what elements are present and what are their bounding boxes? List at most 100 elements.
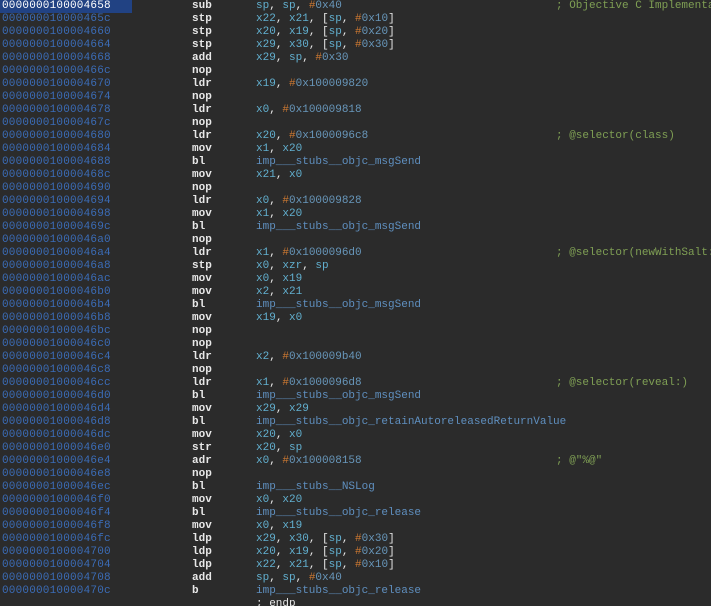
asm-row[interactable]: 00000001000046d4movx29, x29 [0,403,711,416]
asm-row[interactable]: 0000000100004708addsp, sp, #0x40 [0,572,711,585]
asm-row[interactable]: 000000010000469cblimp___stubs__objc_msgS… [0,221,711,234]
mnemonic: add [132,572,256,585]
address: 00000001000046b4 [0,299,132,312]
operands: x0, #0x100009828 [256,195,556,208]
mnemonic: sub [132,0,256,13]
asm-row[interactable]: 00000001000046b4blimp___stubs__objc_msgS… [0,299,711,312]
address: 000000010000467c [0,117,132,130]
address: 0000000100004660 [0,26,132,39]
operands: sp, sp, #0x40 [256,572,556,585]
asm-row[interactable]: 0000000100004690nop [0,182,711,195]
mnemonic: bl [132,390,256,403]
operands [256,182,556,195]
mnemonic: mov [132,208,256,221]
operands: x21, x0 [256,169,556,182]
operands: x0, #0x100008158 [256,455,556,468]
address: 0000000100004688 [0,156,132,169]
operands: x22, x21, [sp, #0x10] [256,559,556,572]
address: 00000001000046f0 [0,494,132,507]
address: 00000001000046f8 [0,520,132,533]
asm-row[interactable]: 00000001000046c4ldrx2, #0x100009b40 [0,351,711,364]
asm-row[interactable]: 0000000100004668addx29, sp, #0x30 [0,52,711,65]
asm-row[interactable]: 0000000100004664stpx29, x30, [sp, #0x30] [0,39,711,52]
operands: x22, x21, [sp, #0x10] [256,13,556,26]
mnemonic: ldr [132,104,256,117]
address: 00000001000046bc [0,325,132,338]
address: 00000001000046fc [0,533,132,546]
asm-row[interactable]: 000000010000466cnop [0,65,711,78]
operands: imp___stubs__objc_msgSend [256,156,556,169]
asm-row[interactable]: ; endp [0,598,711,606]
address: 0000000100004708 [0,572,132,585]
address: 00000001000046ac [0,273,132,286]
address: 0000000100004668 [0,52,132,65]
asm-row[interactable]: 00000001000046d0blimp___stubs__objc_msgS… [0,390,711,403]
asm-row[interactable]: 00000001000046acmovx0, x19 [0,273,711,286]
address: 00000001000046b8 [0,312,132,325]
asm-row[interactable]: 000000010000468cmovx21, x0 [0,169,711,182]
mnemonic: bl [132,507,256,520]
mnemonic: mov [132,143,256,156]
asm-row[interactable]: 0000000100004674nop [0,91,711,104]
address: 0000000100004704 [0,559,132,572]
asm-row[interactable]: 00000001000046bcnop [0,325,711,338]
asm-row[interactable]: 00000001000046ecblimp___stubs__NSLog [0,481,711,494]
operands: imp___stubs__objc_retainAutoreleasedRetu… [256,416,556,429]
asm-row[interactable]: 00000001000046c0nop [0,338,711,351]
asm-row[interactable]: 00000001000046ccldrx1, #0x1000096d8; @se… [0,377,711,390]
asm-row[interactable]: 000000010000465cstpx22, x21, [sp, #0x10] [0,13,711,26]
mnemonic: ldr [132,247,256,260]
mnemonic: ldp [132,546,256,559]
asm-row[interactable]: 00000001000046e0strx20, sp [0,442,711,455]
asm-row[interactable]: 0000000100004694ldrx0, #0x100009828 [0,195,711,208]
operands: imp___stubs__objc_msgSend [256,390,556,403]
mnemonic: mov [132,520,256,533]
asm-row[interactable]: 00000001000046a8stpx0, xzr, sp [0,260,711,273]
asm-row[interactable]: 00000001000046f4blimp___stubs__objc_rele… [0,507,711,520]
comment: ; @selector(newWithSalt:) [556,247,711,260]
asm-row[interactable]: 00000001000046a4ldrx1, #0x1000096d0; @se… [0,247,711,260]
asm-row[interactable]: 00000001000046dcmovx20, x0 [0,429,711,442]
operands: x19, #0x100009820 [256,78,556,91]
asm-row[interactable]: 000000010000470cbimp___stubs__objc_relea… [0,585,711,598]
comment: ; @selector(class) [556,130,675,143]
asm-row[interactable]: 00000001000046b0movx2, x21 [0,286,711,299]
address: 0000000100004678 [0,104,132,117]
operands [256,468,556,481]
address: 00000001000046d0 [0,390,132,403]
asm-row[interactable]: 000000010000467cnop [0,117,711,130]
operands: x1, #0x1000096d0 [256,247,556,260]
asm-row[interactable]: 00000001000046f8movx0, x19 [0,520,711,533]
asm-row[interactable]: 0000000100004684movx1, x20 [0,143,711,156]
asm-row[interactable]: 0000000100004700ldpx20, x19, [sp, #0x20] [0,546,711,559]
mnemonic: stp [132,13,256,26]
asm-row[interactable]: 0000000100004680ldrx20, #0x1000096c8; @s… [0,130,711,143]
asm-row[interactable]: 00000001000046c8nop [0,364,711,377]
operands [256,65,556,78]
address: 0000000100004690 [0,182,132,195]
asm-row[interactable]: 0000000100004670ldrx19, #0x100009820 [0,78,711,91]
asm-row[interactable]: 00000001000046b8movx19, x0 [0,312,711,325]
asm-row[interactable]: 0000000100004660stpx20, x19, [sp, #0x20] [0,26,711,39]
address: 0000000100004700 [0,546,132,559]
operands [256,234,556,247]
asm-row[interactable]: 00000001000046a0nop [0,234,711,247]
asm-row[interactable]: 00000001000046fcldpx29, x30, [sp, #0x30] [0,533,711,546]
operands: x29, sp, #0x30 [256,52,556,65]
address: 00000001000046dc [0,429,132,442]
disassembly-listing[interactable]: 0000000100004658subsp, sp, #0x40; Object… [0,0,711,606]
asm-row[interactable]: 0000000100004678ldrx0, #0x100009818 [0,104,711,117]
asm-row[interactable]: 00000001000046f0movx0, x20 [0,494,711,507]
asm-row[interactable]: 0000000100004698movx1, x20 [0,208,711,221]
asm-row[interactable]: 0000000100004658subsp, sp, #0x40; Object… [0,0,711,13]
asm-row[interactable]: 0000000100004704ldpx22, x21, [sp, #0x10] [0,559,711,572]
operands: x0, x19 [256,273,556,286]
asm-row[interactable]: 00000001000046e4adrx0, #0x100008158; @"%… [0,455,711,468]
mnemonic: mov [132,494,256,507]
mnemonic: stp [132,260,256,273]
asm-row[interactable]: 00000001000046e8nop [0,468,711,481]
asm-row[interactable]: 0000000100004688blimp___stubs__objc_msgS… [0,156,711,169]
address: 00000001000046c4 [0,351,132,364]
asm-row[interactable]: 00000001000046d8blimp___stubs__objc_reta… [0,416,711,429]
operands: imp___stubs__NSLog [256,481,556,494]
